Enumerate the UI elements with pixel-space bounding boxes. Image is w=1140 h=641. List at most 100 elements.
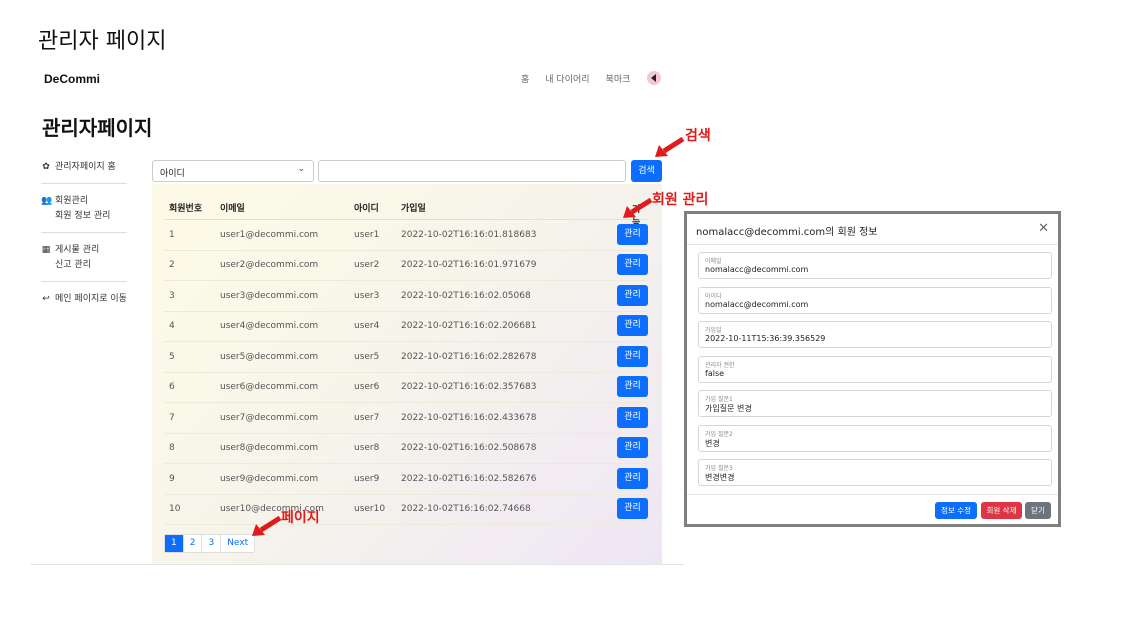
manage-button[interactable]: 관리 (617, 223, 648, 245)
cell-joined: 2022-10-02T16:16:02.508678 (401, 443, 537, 454)
sidebar-item-back-main[interactable]: ↩ 메인 페이지로 이동 (41, 292, 127, 307)
table-header: 회원번호 이메일 아이디 가입일 기능 (164, 196, 648, 228)
sidebar-item-label: 게시물 관리 (55, 245, 100, 255)
cell-member-no: 9 (169, 473, 175, 484)
slide-title: 관리자 페이지 (38, 29, 167, 54)
admin-page-screenshot: DeCommi 홈 내 다이어리 북마크 관리자페이지 ✿ 관리자페이지 홈 👥… (30, 68, 684, 565)
cell-email: user4@decommi.com (220, 321, 319, 332)
sidebar-item-member-manage[interactable]: 👥 회원관리 (41, 194, 127, 209)
field-label: 아이디 (705, 292, 722, 300)
table-row: 5 user5@decommi.com user5 2022-10-02T16:16:… (164, 342, 648, 373)
cell-id: user2 (354, 260, 380, 271)
delete-member-button[interactable]: 회원 삭제 (981, 502, 1022, 519)
gear-icon: ✿ (42, 162, 50, 172)
close-button[interactable]: 닫기 (1025, 502, 1051, 519)
cell-member-no: 10 (169, 504, 181, 515)
modal-footer-divider (687, 494, 1058, 495)
cell-member-no: 3 (169, 290, 175, 301)
manage-button[interactable]: 관리 (617, 254, 648, 276)
table-row: 7 user7@decommi.com user7 2022-10-02T16:16:… (164, 403, 648, 434)
manage-button[interactable]: 관리 (617, 406, 648, 428)
nav-toggle-icon[interactable] (647, 71, 661, 85)
cell-email: user6@decommi.com (220, 382, 319, 393)
modal-field[interactable]: 관리자 권한 false (698, 355, 1052, 383)
manage-button[interactable]: 관리 (617, 467, 648, 489)
page-3[interactable]: 3 (202, 535, 222, 552)
sidebar-item-member-info[interactable]: 회원 정보 관리 (41, 209, 127, 224)
modal-title: nomalacc@decommi.com의 회원 정보 (696, 227, 878, 238)
manage-button[interactable]: 관리 (617, 315, 648, 337)
member-table-panel: 회원번호 이메일 아이디 가입일 기능 1 user1@decommi.com us… (152, 184, 662, 565)
annotation-arrow-member (623, 197, 653, 218)
cell-joined: 2022-10-02T16:16:02.282678 (401, 351, 537, 362)
annotation-member-manage: 회원 관리 (652, 192, 709, 208)
sidebar-group-home: ✿ 관리자페이지 홈 (41, 160, 127, 184)
table-row: 1 user1@decommi.com user1 2022-10-02T16:16:… (164, 220, 648, 251)
sidebar-item-report[interactable]: 신고 관리 (41, 258, 127, 273)
sidebar-item-admin-home[interactable]: ✿ 관리자페이지 홈 (41, 160, 127, 175)
cell-email: user2@decommi.com (220, 260, 319, 271)
field-label: 이메일 (705, 258, 722, 265)
page-2[interactable]: 2 (184, 535, 203, 552)
manage-button[interactable]: 관리 (617, 284, 648, 306)
sidebar-group-posts: ▦ 게시물 관리 신고 관리 (41, 243, 127, 282)
field-label: 가입 질문2 (705, 430, 733, 438)
cell-member-no: 5 (169, 351, 175, 362)
search-button[interactable]: 검색 (631, 160, 662, 182)
member-table: 회원번호 이메일 아이디 가입일 기능 1 user1@decommi.com us… (164, 196, 648, 525)
cell-member-no: 6 (169, 382, 175, 393)
brand-logo[interactable]: DeCommi (44, 72, 100, 86)
manage-button[interactable]: 관리 (617, 345, 648, 367)
modal-field[interactable]: 가입 질문3 변경변경 (698, 459, 1052, 486)
modal-field[interactable]: 가입 질문1 가입질문 변경 (698, 390, 1052, 417)
field-value: 변경변경 (705, 473, 735, 482)
field-value: false (705, 368, 725, 378)
annotation-page: 페이지 (281, 510, 320, 526)
close-icon[interactable]: ✕ (1038, 221, 1049, 236)
field-value: 가입질문 변경 (705, 404, 752, 413)
cell-joined: 2022-10-02T16:16:02.206681 (401, 321, 537, 332)
cell-id: user3 (354, 290, 380, 301)
cell-joined: 2022-10-02T16:16:02.74668 (401, 504, 531, 515)
edit-info-button[interactable]: 정보 수정 (935, 502, 977, 519)
modal-field[interactable]: 이메일 nomalacc@decommi.com (698, 252, 1052, 279)
cell-id: user9 (354, 473, 380, 484)
grid-icon: ▦ (41, 245, 51, 255)
search-type-value: 아이디 (160, 169, 185, 179)
sidebar-item-label: 회원관리 (55, 196, 89, 206)
sidebar: ✿ 관리자페이지 홈 👥 회원관리 회원 정보 관리 ▦ 게시물 관리 신고 관… (41, 160, 127, 325)
modal-field[interactable]: 가입일 2022-10-11T15:36:39.356529 (698, 321, 1052, 348)
search-type-select[interactable]: 아이디 ⌄ (152, 160, 314, 182)
field-value: 2022-10-11T15:36:39.356529 (705, 334, 826, 343)
cell-member-no: 8 (169, 443, 175, 454)
field-value: nomalacc@decommi.com (705, 265, 809, 274)
divider (30, 564, 684, 565)
cell-member-no: 4 (169, 321, 175, 332)
nav-home[interactable]: 홈 (521, 72, 529, 85)
nav-bookmark[interactable]: 북마크 (606, 72, 631, 85)
manage-button[interactable]: 관리 (617, 437, 648, 459)
nav-my-diary[interactable]: 내 다이어리 (545, 72, 589, 85)
modal-field[interactable]: 아이디 nomalacc@decommi.com (698, 286, 1052, 314)
table-row: 10 user10@decommi.com user10 2022-10-02T16:… (164, 495, 648, 525)
sidebar-group-back: ↩ 메인 페이지로 이동 (41, 292, 127, 315)
cell-member-no: 2 (169, 260, 175, 271)
sidebar-group-members: 👥 회원관리 회원 정보 관리 (41, 194, 127, 233)
col-member-no: 회원번호 (169, 204, 203, 214)
manage-button[interactable]: 관리 (617, 376, 648, 398)
page-1[interactable]: 1 (165, 535, 184, 552)
field-label: 관리자 권한 (705, 361, 735, 369)
modal-field[interactable]: 가입 질문2 변경 (698, 424, 1052, 452)
cell-id: user5 (354, 351, 380, 362)
table-row: 9 user9@decommi.com user9 2022-10-02T16:16:… (164, 464, 648, 495)
search-input[interactable] (318, 160, 626, 182)
cell-joined: 2022-10-02T16:16:02.357683 (401, 382, 537, 393)
field-label: 가입일 (705, 327, 722, 334)
cell-id: user10 (354, 504, 386, 515)
sidebar-item-post-manage[interactable]: ▦ 게시물 관리 (41, 243, 127, 258)
member-info-modal: nomalacc@decommi.com의 회원 정보 ✕ 이메일 nomalac… (684, 211, 1061, 527)
field-label: 가입 질문3 (705, 465, 733, 472)
table-body: 1 user1@decommi.com user1 2022-10-02T16:16:… (164, 220, 648, 525)
page-next[interactable]: Next (221, 535, 254, 552)
manage-button[interactable]: 관리 (617, 498, 648, 520)
